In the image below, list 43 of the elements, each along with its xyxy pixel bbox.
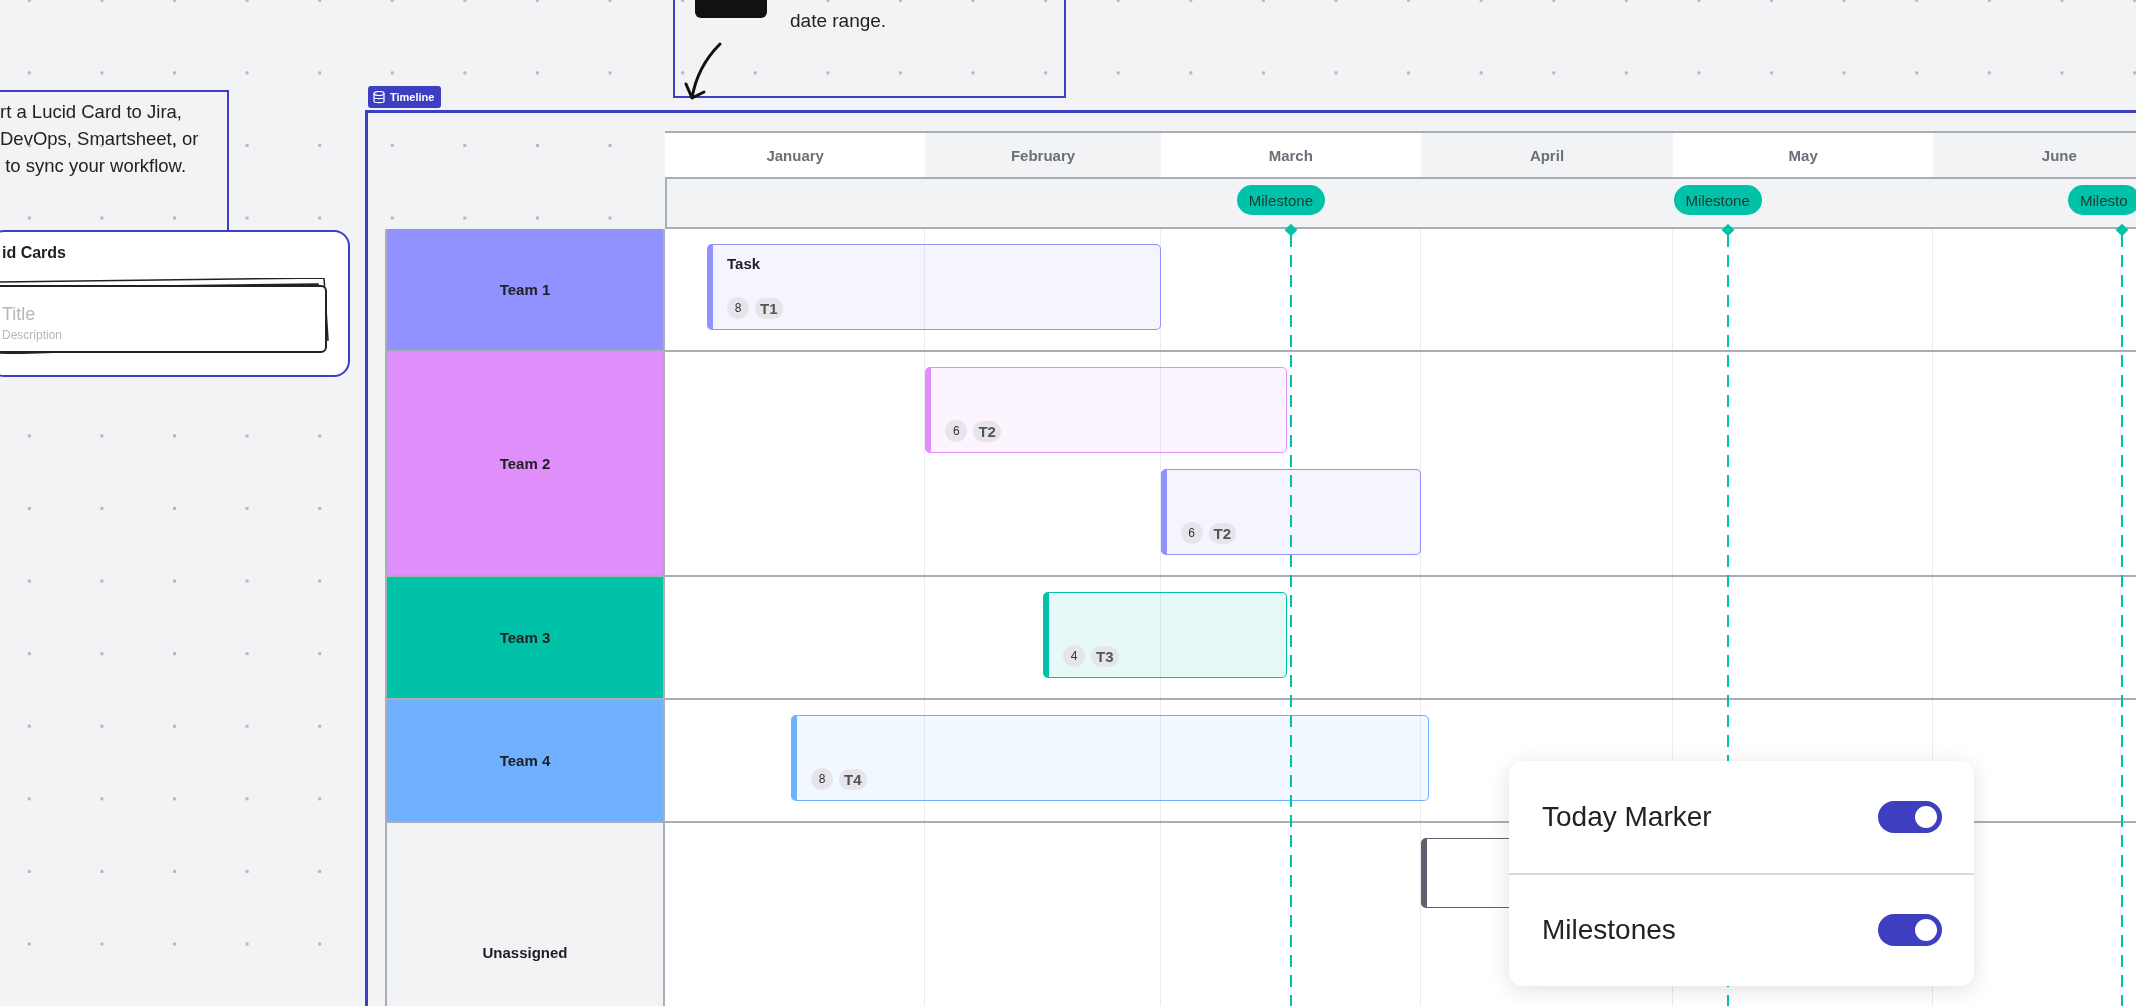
month-header: April [1420, 131, 1673, 179]
task-key: T2 [973, 420, 1001, 442]
task-card[interactable]: 6 T2 [925, 367, 1287, 453]
task-title: Task [727, 255, 762, 272]
month-header: May [1672, 131, 1934, 179]
toggle-label: Today Marker [1542, 800, 1712, 833]
panel-title: id Cards [2, 244, 66, 262]
month-header: February [925, 131, 1161, 179]
team-label: Unassigned [385, 823, 665, 1006]
points-badge: 6 [945, 420, 968, 442]
task-key: T1 [755, 297, 783, 319]
milestone-tag[interactable]: Milestone [1236, 185, 1325, 215]
card-title: Title [2, 304, 36, 325]
task-card[interactable]: Task 8 T1 [707, 244, 1161, 330]
frame-label[interactable]: Timeline [368, 86, 442, 108]
points-badge: 8 [727, 297, 749, 319]
team-label: Team 1 [385, 229, 665, 350]
callout-text: date range. [790, 10, 887, 32]
month-header: June [1933, 131, 2136, 179]
month-header: January [665, 131, 926, 179]
frame-label-text: Timeline [390, 91, 435, 103]
database-icon [373, 90, 385, 104]
milestone-tag[interactable]: Milestone [1673, 185, 1762, 215]
team-label: Team 2 [385, 352, 665, 575]
points-badge: 6 [1180, 522, 1203, 544]
task-card[interactable]: 4 T3 [1043, 592, 1287, 678]
milestone-tag[interactable]: Milesto [2068, 185, 2136, 215]
toggle-label: Milestones [1542, 914, 1676, 947]
team-label: Team 4 [385, 700, 665, 821]
month-header: March [1160, 131, 1421, 179]
card-description: Description [2, 328, 63, 342]
points-badge: 8 [811, 768, 833, 790]
task-key: T2 [1208, 522, 1237, 544]
team-label: Team 3 [385, 577, 665, 698]
task-key: T3 [1091, 645, 1119, 667]
arrow-drawing [684, 40, 724, 102]
toggle-switch[interactable] [1878, 914, 1942, 947]
task-card[interactable]: 8 T4 [791, 715, 1430, 801]
callout-text: rt a Lucid Card to Jira, DevOps, Smartsheet, or to sync your workflow. [0, 100, 200, 178]
points-badge: 4 [1063, 645, 1085, 667]
toggle-switch[interactable] [1878, 800, 1942, 833]
task-card[interactable]: 6 T2 [1160, 469, 1421, 555]
task-key: T4 [839, 768, 867, 790]
